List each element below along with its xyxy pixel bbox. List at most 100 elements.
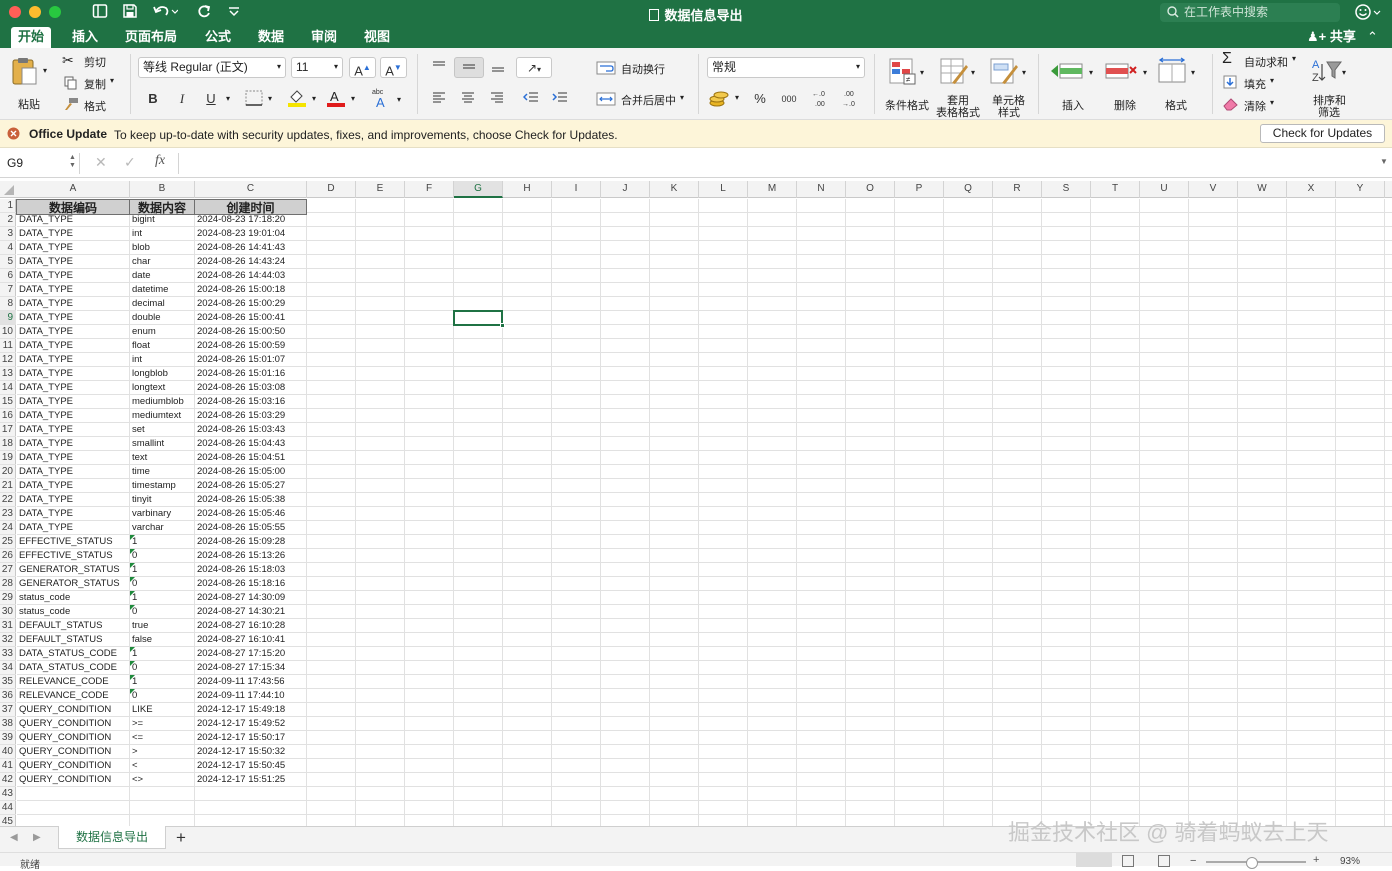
table-cell[interactable]: 2024-08-26 15:04:43 [195, 437, 307, 451]
table-cell[interactable]: DEFAULT_STATUS [17, 619, 130, 633]
column-header-s[interactable]: S [1042, 181, 1091, 198]
percent-style-button[interactable]: % [748, 88, 772, 109]
row-header[interactable]: 28 [0, 577, 16, 591]
cell-styles-button[interactable]: ▾ 单元格 样式 [987, 54, 1031, 119]
number-as-text-warning-icon[interactable] [130, 675, 135, 680]
align-right-button[interactable] [484, 88, 510, 109]
prev-sheet-icon[interactable]: ◀ [10, 832, 18, 843]
column-header-v[interactable]: V [1189, 181, 1238, 198]
table-cell[interactable]: 2024-12-17 15:49:52 [195, 717, 307, 731]
column-header-m[interactable]: M [748, 181, 797, 198]
table-cell[interactable]: 2024-08-26 15:05:27 [195, 479, 307, 493]
align-left-button[interactable] [426, 88, 452, 109]
table-cell[interactable]: 2024-12-17 15:51:25 [195, 773, 307, 787]
table-cell[interactable]: DATA_TYPE [17, 381, 130, 395]
table-cell[interactable]: LIKE [130, 703, 195, 717]
number-as-text-warning-icon[interactable] [130, 591, 135, 596]
table-cell[interactable]: date [130, 269, 195, 283]
table-cell[interactable]: DATA_TYPE [17, 297, 130, 311]
row-header[interactable]: 29 [0, 591, 16, 605]
table-cell[interactable]: 2024-08-26 15:13:26 [195, 549, 307, 563]
row-header[interactable]: 24 [0, 521, 16, 535]
table-cell[interactable]: 2024-08-26 15:03:08 [195, 381, 307, 395]
row-header[interactable]: 42 [0, 773, 16, 787]
row-header[interactable]: 45 [0, 815, 16, 826]
table-cell[interactable]: 2024-08-27 14:30:09 [195, 591, 307, 605]
table-cell[interactable]: 2024-08-26 15:05:00 [195, 465, 307, 479]
number-format-select[interactable]: 常规 ▾ [707, 57, 865, 78]
table-cell[interactable]: 2024-08-26 15:03:16 [195, 395, 307, 409]
tab-view[interactable]: 视图 [357, 27, 397, 48]
table-cell[interactable]: 2024-08-27 16:10:41 [195, 633, 307, 647]
table-cell[interactable]: DATA_TYPE [17, 283, 130, 297]
align-middle-button[interactable] [454, 57, 484, 78]
decrease-indent-button[interactable] [518, 88, 544, 109]
underline-button[interactable]: U [199, 88, 223, 109]
table-cell[interactable]: QUERY_CONDITION [17, 759, 130, 773]
column-header-f[interactable]: F [405, 181, 454, 198]
row-header[interactable]: 36 [0, 689, 16, 703]
table-cell[interactable]: GENERATOR_STATUS [17, 577, 130, 591]
row-header[interactable]: 11 [0, 339, 16, 353]
column-header-l[interactable]: L [699, 181, 748, 198]
sheet-tab-active[interactable]: 数据信息导出 [58, 826, 166, 849]
format-painter-button[interactable]: 格式 [62, 96, 122, 114]
table-cell[interactable]: longtext [130, 381, 195, 395]
bold-button[interactable]: B [141, 88, 165, 109]
table-cell[interactable]: double [130, 311, 195, 325]
align-center-button[interactable] [454, 88, 482, 109]
table-cell[interactable]: int [130, 353, 195, 367]
merge-center-button[interactable]: 合并后居中 ▾ [596, 89, 692, 109]
table-cell[interactable]: bigint [130, 213, 195, 227]
column-header-d[interactable]: D [307, 181, 356, 198]
table-cell[interactable]: varchar [130, 521, 195, 535]
row-header[interactable]: 18 [0, 437, 16, 451]
table-cell[interactable]: 2024-08-26 15:18:16 [195, 577, 307, 591]
table-cell[interactable]: false [130, 633, 195, 647]
page-break-view-icon[interactable] [1158, 855, 1170, 867]
table-cell[interactable]: 2024-08-27 17:15:20 [195, 647, 307, 661]
table-cell[interactable]: DATA_TYPE [17, 521, 130, 535]
table-cell[interactable]: DATA_TYPE [17, 353, 130, 367]
tab-insert[interactable]: 插入 [65, 27, 105, 48]
row-header[interactable]: 8 [0, 297, 16, 311]
row-header[interactable]: 10 [0, 325, 16, 339]
table-cell[interactable]: >= [130, 717, 195, 731]
row-header[interactable]: 7 [0, 283, 16, 297]
column-header-k[interactable]: K [650, 181, 699, 198]
underline-dropdown-icon[interactable]: ▾ [226, 94, 230, 103]
row-header[interactable]: 1 [0, 199, 16, 213]
table-cell[interactable]: QUERY_CONDITION [17, 717, 130, 731]
select-all-corner-icon[interactable] [4, 185, 14, 198]
number-as-text-warning-icon[interactable] [130, 549, 135, 554]
column-header-q[interactable]: Q [944, 181, 993, 198]
table-cell[interactable]: longblob [130, 367, 195, 381]
row-header[interactable]: 16 [0, 409, 16, 423]
table-cell[interactable]: 2024-12-17 15:49:18 [195, 703, 307, 717]
row-header[interactable]: 41 [0, 759, 16, 773]
table-cell[interactable]: 2024-12-17 15:50:17 [195, 731, 307, 745]
table-cell[interactable]: 0 [130, 577, 195, 591]
row-header[interactable]: 20 [0, 465, 16, 479]
table-cell[interactable]: 2024-09-11 17:43:56 [195, 675, 307, 689]
table-cell[interactable]: DATA_STATUS_CODE [17, 647, 130, 661]
row-header[interactable]: 27 [0, 563, 16, 577]
table-cell[interactable]: 2024-08-26 15:05:38 [195, 493, 307, 507]
row-header[interactable]: 3 [0, 227, 16, 241]
table-cell[interactable]: 2024-08-26 15:00:18 [195, 283, 307, 297]
row-header[interactable]: 12 [0, 353, 16, 367]
column-header-o[interactable]: O [846, 181, 895, 198]
column-header-w[interactable]: W [1238, 181, 1287, 198]
row-header[interactable]: 21 [0, 479, 16, 493]
format-as-table-button[interactable]: ▾ 套用 表格格式 [935, 54, 983, 119]
table-cell[interactable]: decimal [130, 297, 195, 311]
table-cell[interactable]: 2024-08-26 14:43:24 [195, 255, 307, 269]
number-as-text-warning-icon[interactable] [130, 577, 135, 582]
row-header[interactable]: 2 [0, 213, 16, 227]
table-cell[interactable]: tinyit [130, 493, 195, 507]
table-cell[interactable]: 2024-08-26 15:00:59 [195, 339, 307, 353]
sheet-search-input[interactable]: 在工作表中搜索 [1160, 3, 1340, 22]
table-cell[interactable]: 2024-08-26 15:03:29 [195, 409, 307, 423]
paste-dropdown-icon[interactable]: ▾ [43, 66, 47, 75]
add-sheet-button[interactable]: + [176, 828, 186, 848]
